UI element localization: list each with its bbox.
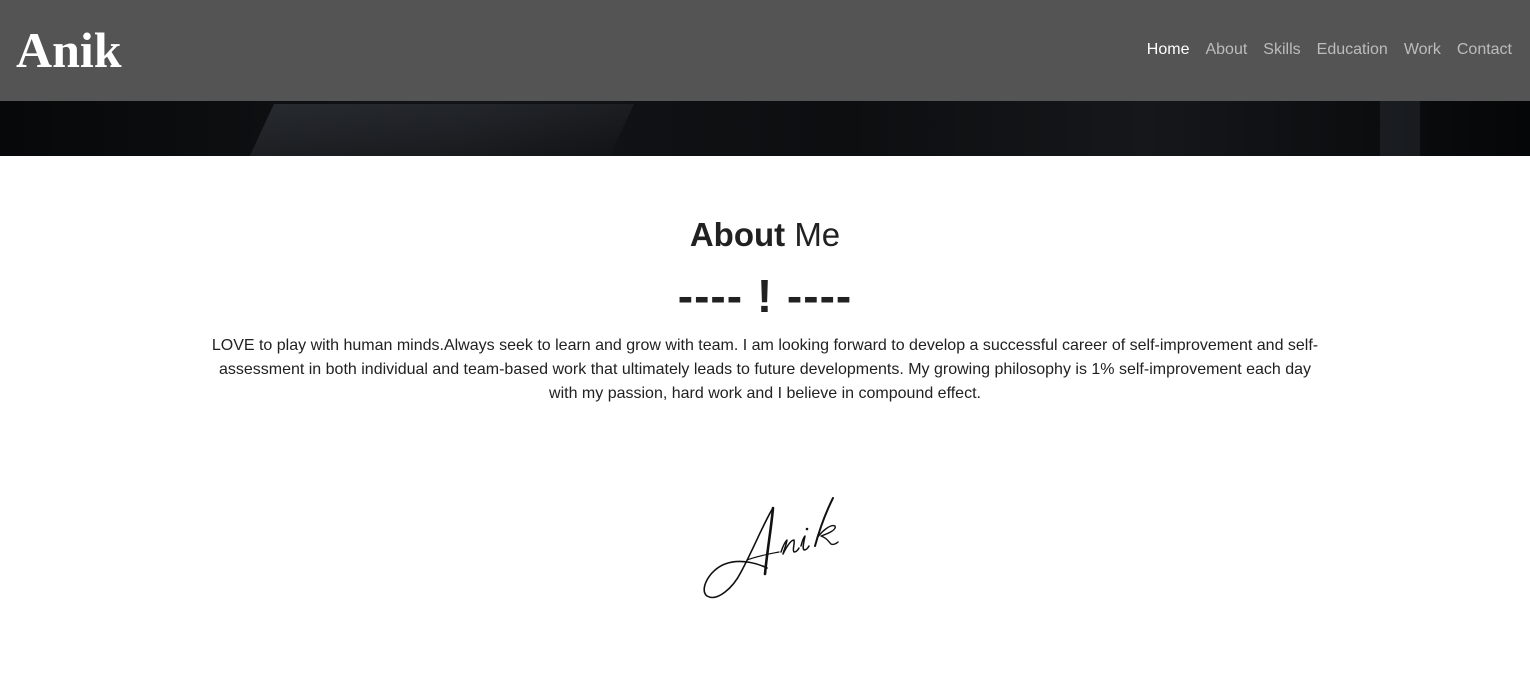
about-title-rest: Me — [794, 216, 841, 253]
nav-item-work[interactable]: Work — [1404, 40, 1441, 60]
about-description: LOVE to play with human minds.Always see… — [211, 337, 1319, 402]
signature-image — [703, 497, 839, 599]
nav-menu: Home About Skills Education Work Contact — [1147, 40, 1512, 60]
nav-item-education[interactable]: Education — [1317, 40, 1388, 60]
hero-image-detail — [246, 104, 634, 156]
nav-item-skills[interactable]: Skills — [1263, 40, 1300, 60]
about-title-bold: About — [689, 216, 786, 253]
nav-item-contact[interactable]: Contact — [1457, 40, 1512, 60]
section-divider: ---- ! ---- — [677, 270, 853, 322]
brand-logo[interactable]: Anik — [16, 20, 122, 80]
hero-image-detail — [1380, 100, 1420, 156]
about-section: About Me ---- ! ---- LOVE to play with h… — [0, 156, 1530, 406]
nav-item-home[interactable]: Home — [1147, 40, 1190, 60]
about-title: About Me — [0, 214, 1530, 256]
navbar: Anik Home About Skills Education Work Co… — [0, 0, 1530, 101]
nav-item-about[interactable]: About — [1205, 40, 1247, 60]
